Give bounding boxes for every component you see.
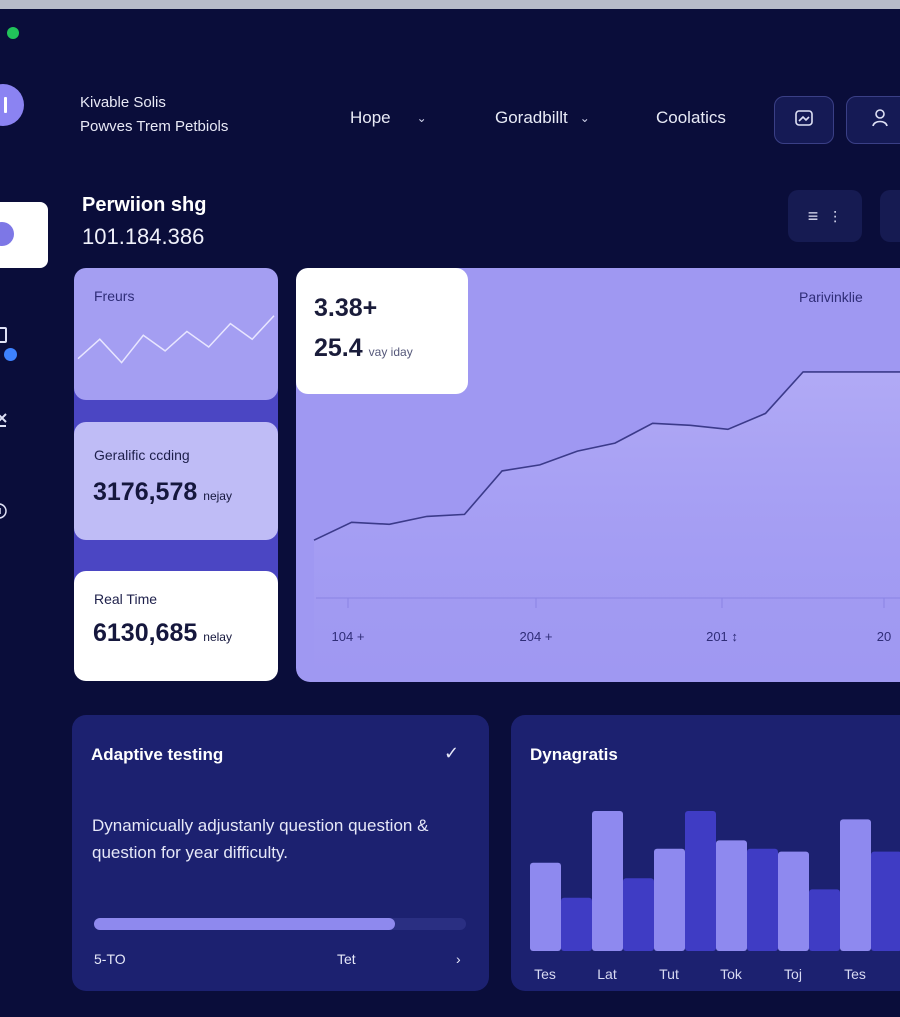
page-value: 101.184.386 [82,224,205,249]
stat-number: 3176,578 [93,478,198,506]
window-status-dot [7,27,19,39]
bar-category-label: Tok [720,966,743,982]
stat-value: 6130,685 nelay [93,619,232,648]
nav-item-goradbillt[interactable]: Goradbillt ⌄ [495,108,590,128]
bar-series-1 [592,811,623,951]
stat-card-freurs[interactable]: Freurs [74,268,278,400]
stat-number: 6130,685 [93,619,198,647]
brand-tagline: Powves Trem Petbiols [80,118,229,135]
info-icon[interactable] [0,502,12,520]
bar-series-1 [716,840,747,951]
bar-category-label: Tut [659,966,679,982]
bar-series-2 [561,897,592,951]
more-icon: ⋮ [828,207,843,224]
nav-label: Hope [350,108,391,127]
bar-series-2 [747,848,778,951]
stat-unit: nelay [203,630,232,644]
progress-start-label: 5-TO [94,951,126,967]
bar-series-1 [840,819,871,951]
kpi-secondary: 25.4 vay iday [314,334,413,363]
bar-series-1 [654,848,685,951]
bar-series-2 [685,811,716,951]
bar-category-label: Toj [784,966,802,982]
user-button[interactable] [846,96,900,144]
kpi-unit: vay iday [368,345,413,359]
kpi-number: 25.4 [314,334,363,362]
chevron-right-icon[interactable]: › [456,951,461,967]
sidebar-logo[interactable] [0,84,24,126]
filter-button[interactable]: ≡ ⋮ [788,190,862,242]
bar-category-label: Lat [597,966,617,982]
stat-card-realtime[interactable]: Real Time 6130,685 nelay [74,571,278,681]
bar-series-1 [530,862,561,951]
nav-item-hope[interactable]: Hope ⌄ [350,108,427,128]
page-title: Perwiion shg [82,194,207,216]
x-tick-label: 204 + [520,629,553,644]
stat-card-geralific[interactable]: Geralific ccding 3176,578 nejay [74,422,278,540]
extra-tool-button[interactable] [880,190,900,242]
bar-category-label: Tes [844,966,866,982]
nav-item-coolatics[interactable]: Coolatics [656,108,726,128]
chevron-down-icon: ⌄ [416,111,427,125]
bar-series-2 [623,878,654,951]
filter-icon: ≡ [807,205,819,226]
stat-unit: nejay [203,489,232,503]
stat-label: Geralific ccding [94,447,190,463]
bar-series-2 [809,889,840,951]
nav-label: Goradbillt [495,108,568,127]
brand: Kivable Solis Powves Trem Petbiols [80,91,228,139]
stat-label: Real Time [94,591,158,607]
x-tick-label: 201 ↕ [706,629,738,644]
user-icon [871,108,893,132]
kpi-card[interactable]: 3.38+ 25.4 vay iday [296,268,468,394]
sidebar-profile-card[interactable] [0,202,48,268]
check-icon[interactable]: ✓ [444,743,459,764]
x-tick-label: 20 [877,629,891,644]
progress-end-label: Tet [337,951,356,967]
bar-series-1 [778,851,809,951]
bar-chart: TesLatTutTokTojTesTe [530,811,900,982]
sparkline [77,315,275,364]
bar-category-label: Tes [534,966,556,982]
x-tick-label: 104 + [332,629,365,644]
window-top-bar [0,0,900,9]
nav-label: Coolatics [656,108,726,127]
document-icon[interactable] [0,327,12,345]
dynagratis-card: Dynagratis TesLatTutTokTojTesTe [511,715,900,991]
image-icon [794,109,814,131]
logo-mark [4,97,7,113]
image-button[interactable] [774,96,834,144]
notification-badge [4,348,17,361]
chart-series-label: Parivinklie [799,289,863,305]
adaptive-description: Dynamicually adjustanly question questio… [92,816,429,862]
tools-icon[interactable] [0,412,12,430]
avatar [0,222,14,246]
card-title: Adaptive testing [91,745,224,764]
kpi-primary: 3.38+ [314,294,378,322]
progress-fill [94,918,396,930]
progress-bar [94,918,466,930]
brand-name: Kivable Solis [80,94,166,111]
bar-series-2 [871,851,900,951]
chevron-down-icon: ⌄ [579,111,590,125]
stat-value: 3176,578 nejay [93,478,232,507]
